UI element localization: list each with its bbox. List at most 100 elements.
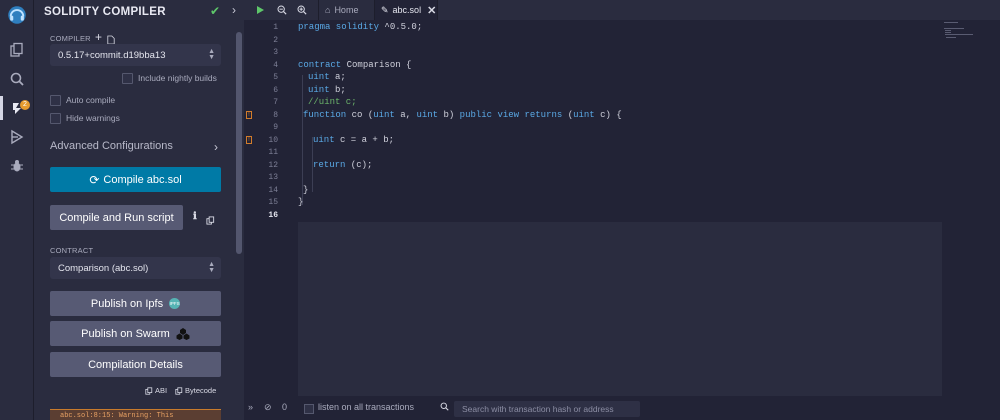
refresh-icon: ⟳ [89,172,100,187]
code-editor[interactable]: pragma solidity ^0.5.0; contract Compari… [298,20,942,220]
compiler-warning-badge: 2 [20,100,30,110]
abi-label: ABI [155,386,168,395]
line-number: 12 [268,161,278,170]
select-arrows-icon: ▲ ▼ [208,48,215,61]
line-number: 11 [268,148,278,157]
file-explorer-icon[interactable] [0,36,34,64]
terminal-bar: » ⊘ 0 listen on all transactions Search … [244,398,1000,420]
publish-swarm-button[interactable]: Publish on Swarm [50,321,221,346]
line-number: 9 [273,123,278,132]
tab-home-label: Home [334,5,359,15]
panel-scrollbar[interactable] [236,32,242,254]
solidity-compiler-icon[interactable]: 2 [0,94,34,122]
advanced-configurations-toggle[interactable]: Advanced Configurations [50,140,173,152]
deploy-run-icon[interactable] [0,123,34,151]
tab-abc-sol[interactable]: ✎ abc.sol ✕ [374,0,438,20]
run-icon[interactable] [252,2,268,18]
close-icon[interactable]: ✕ [427,4,436,17]
line-number: 13 [268,173,278,182]
remix-ide: 2 SOLIDITY COMPILER ✔ › COMPILER + 0.5.1… [0,0,1000,420]
code-minimap[interactable] [942,20,1000,210]
line-number: 5 [273,73,278,82]
copy-icon [175,386,183,395]
hide-warnings-checkbox[interactable] [50,113,61,124]
line-number: 8 [273,111,278,120]
nightly-builds-checkbox[interactable] [122,73,133,84]
file-icon: ✎ [381,4,389,15]
chevron-right-icon[interactable]: › [232,3,236,17]
auto-compile-label: Auto compile [66,95,116,105]
code-line: } [298,197,304,207]
line-number: 14 [268,186,278,195]
panel-header: SOLIDITY COMPILER ✔ › [44,3,236,20]
compilation-details-label: Compilation Details [88,358,183,371]
tab-home[interactable]: ⌂ Home [318,0,374,20]
contract-label: CONTRACT [50,246,94,255]
code-line: contract Comparison { [298,60,412,70]
warning-marker-icon[interactable]: ! [246,111,252,119]
contract-select-value: Comparison (abc.sol) [58,262,149,274]
line-gutter: 1 2 3 4 5 6 7 8 9 10 11 12 13 14 15 16 !… [244,20,296,220]
compiler-version-value: 0.5.17+commit.d19bba13 [58,49,166,61]
editor-area: ⌂ Home ✎ abc.sol ✕ 1 2 3 4 5 6 7 8 9 10 … [244,0,1000,420]
compilation-details-button[interactable]: Compilation Details [50,352,221,377]
auto-compile-checkbox[interactable] [50,95,61,106]
info-icon[interactable]: ℹ [193,211,197,222]
code-comment: //uint c; [308,97,357,107]
tab-abc-sol-label: abc.sol [392,5,422,15]
compile-and-run-label: Compile and Run script [59,211,174,224]
add-compiler-icon[interactable]: + [95,30,102,44]
nightly-builds-label: Include nightly builds [138,73,217,83]
code-line: uint c = a + b; [313,135,395,145]
editor-tabbar: ⌂ Home ✎ abc.sol ✕ [244,0,1000,20]
zoom-out-icon[interactable] [274,2,290,18]
line-number: 4 [273,61,278,70]
clear-console-icon[interactable]: ⊘ [264,402,272,413]
output-area [298,222,942,396]
compile-button-label: Compile abc.sol [103,173,182,186]
search-icon[interactable] [0,65,34,93]
panel-title: SOLIDITY COMPILER [44,6,166,18]
hide-warnings-label: Hide warnings [66,113,120,123]
line-number: 15 [268,198,278,207]
zoom-in-icon[interactable] [294,2,310,18]
icon-rail: 2 [0,0,34,420]
code-line: pragma solidity ^0.5.0; [298,22,423,32]
compile-and-run-button[interactable]: Compile and Run script [50,205,183,230]
listen-all-label: listen on all transactions [318,402,415,412]
compiler-version-select[interactable]: 0.5.17+commit.d19bba13 ▲ ▼ [50,44,221,66]
publish-ipfs-label: Publish on Ipfs [90,297,164,310]
compiler-label: COMPILER [50,34,91,43]
transaction-search-input[interactable]: Search with transaction hash or address [454,401,640,417]
home-icon: ⌂ [325,5,331,15]
copy-icon[interactable] [206,212,215,230]
check-icon: ✔ [209,4,220,18]
code-line: function co (uint a, uint b) public view… [303,110,622,120]
debugger-icon[interactable] [0,152,34,180]
publish-swarm-label: Publish on Swarm [81,327,170,340]
warning-marker-icon[interactable]: ! [246,136,252,144]
swarm-icon [176,327,190,340]
collapse-terminal-icon[interactable]: » [248,402,253,412]
copy-bytecode-link[interactable]: Bytecode [175,386,216,395]
pending-tx-count: 0 [282,402,288,412]
compile-button[interactable]: ⟳ Compile abc.sol [50,167,221,192]
publish-ipfs-button[interactable]: Publish on Ipfs IPFS [50,291,221,316]
line-number: 1 [273,23,278,32]
select-arrows-icon: ▲ ▼ [208,261,215,274]
code-line: return (c); [313,160,373,170]
line-number: 7 [273,98,278,107]
contract-select[interactable]: Comparison (abc.sol) ▲ ▼ [50,257,221,279]
copy-abi-link[interactable]: ABI [145,386,167,395]
remix-logo-icon[interactable] [0,0,34,30]
line-number: 10 [268,136,278,145]
line-number: 2 [273,36,278,45]
copy-icon [145,386,153,395]
bytecode-label: Bytecode [185,386,217,395]
line-number: 16 [268,211,278,220]
line-number: 3 [273,48,278,57]
chevron-right-icon[interactable]: › [214,140,218,154]
listen-all-checkbox[interactable] [304,404,314,414]
compiler-warning-message[interactable]: abc.sol:8:15: Warning: This [50,409,221,420]
output-margin [942,222,1000,396]
